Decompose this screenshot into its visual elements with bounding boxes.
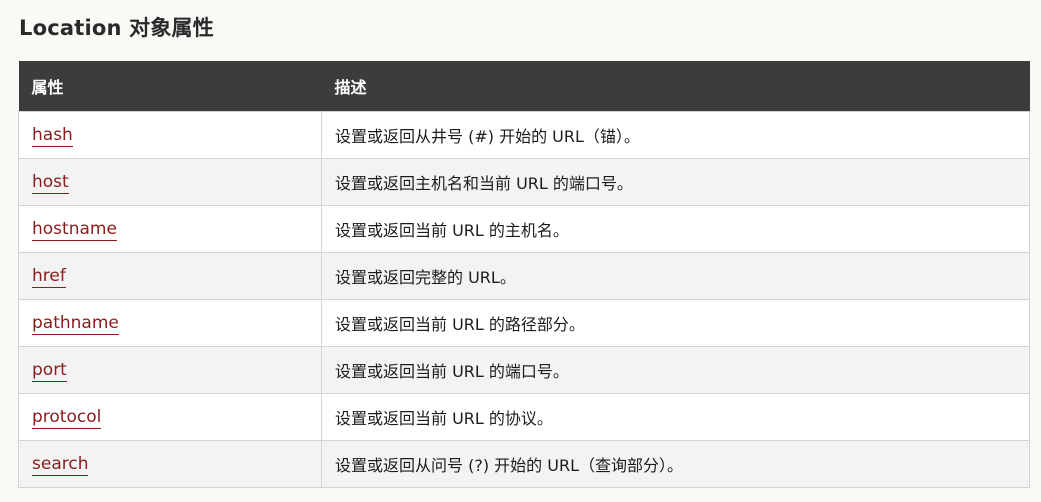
- header-row: 属性 描述: [18, 61, 1030, 111]
- table-row: port 设置或返回当前 URL 的端口号。: [18, 345, 1030, 394]
- property-cell: port: [18, 345, 322, 394]
- table-row: pathname 设置或返回当前 URL 的路径部分。: [18, 298, 1030, 347]
- property-link-hostname[interactable]: hostname: [32, 218, 117, 241]
- description-cell: 设置或返回主机名和当前 URL 的端口号。: [321, 157, 1030, 206]
- property-link-search[interactable]: search: [32, 453, 89, 476]
- column-header-property: 属性: [31, 77, 64, 97]
- table-row: hostname 设置或返回当前 URL 的主机名。: [18, 204, 1030, 253]
- table-header: 属性 描述: [18, 61, 1030, 111]
- description-cell: 设置或返回当前 URL 的协议。: [321, 392, 1030, 441]
- description-cell: 设置或返回完整的 URL。: [321, 251, 1030, 300]
- property-cell: hostname: [18, 204, 322, 253]
- table-body: hash 设置或返回从井号 (#) 开始的 URL（锚）。 host 设置或返回…: [18, 110, 1030, 488]
- description-cell: 设置或返回当前 URL 的主机名。: [321, 204, 1030, 253]
- property-link-host[interactable]: host: [32, 171, 69, 194]
- property-cell: href: [18, 251, 322, 300]
- property-cell: pathname: [18, 298, 322, 347]
- property-cell: protocol: [18, 392, 322, 441]
- table-row: protocol 设置或返回当前 URL 的协议。: [18, 392, 1030, 441]
- property-cell: host: [18, 157, 322, 206]
- column-header-description: 描述: [334, 77, 367, 97]
- location-properties-table: 属性 描述 hash 设置或返回从井号 (#) 开始的 URL（锚）。 host…: [18, 61, 1030, 488]
- description-cell: 设置或返回从井号 (#) 开始的 URL（锚）。: [321, 110, 1030, 159]
- table-row: hash 设置或返回从井号 (#) 开始的 URL（锚）。: [18, 110, 1030, 159]
- description-cell: 设置或返回当前 URL 的端口号。: [321, 345, 1030, 394]
- table-row: host 设置或返回主机名和当前 URL 的端口号。: [18, 157, 1030, 206]
- description-cell: 设置或返回当前 URL 的路径部分。: [321, 298, 1030, 347]
- property-link-pathname[interactable]: pathname: [32, 312, 119, 335]
- table-row: search 设置或返回从问号 (?) 开始的 URL（查询部分）。: [18, 439, 1030, 488]
- table-row: href 设置或返回完整的 URL。: [18, 251, 1030, 300]
- property-cell: hash: [18, 110, 322, 159]
- property-link-hash[interactable]: hash: [32, 124, 73, 147]
- property-link-port[interactable]: port: [32, 359, 67, 382]
- property-link-href[interactable]: href: [32, 265, 66, 288]
- property-link-protocol[interactable]: protocol: [32, 406, 102, 429]
- section-heading: Location 对象属性: [19, 16, 214, 40]
- description-cell: 设置或返回从问号 (?) 开始的 URL（查询部分）。: [321, 439, 1030, 488]
- property-cell: search: [18, 439, 322, 488]
